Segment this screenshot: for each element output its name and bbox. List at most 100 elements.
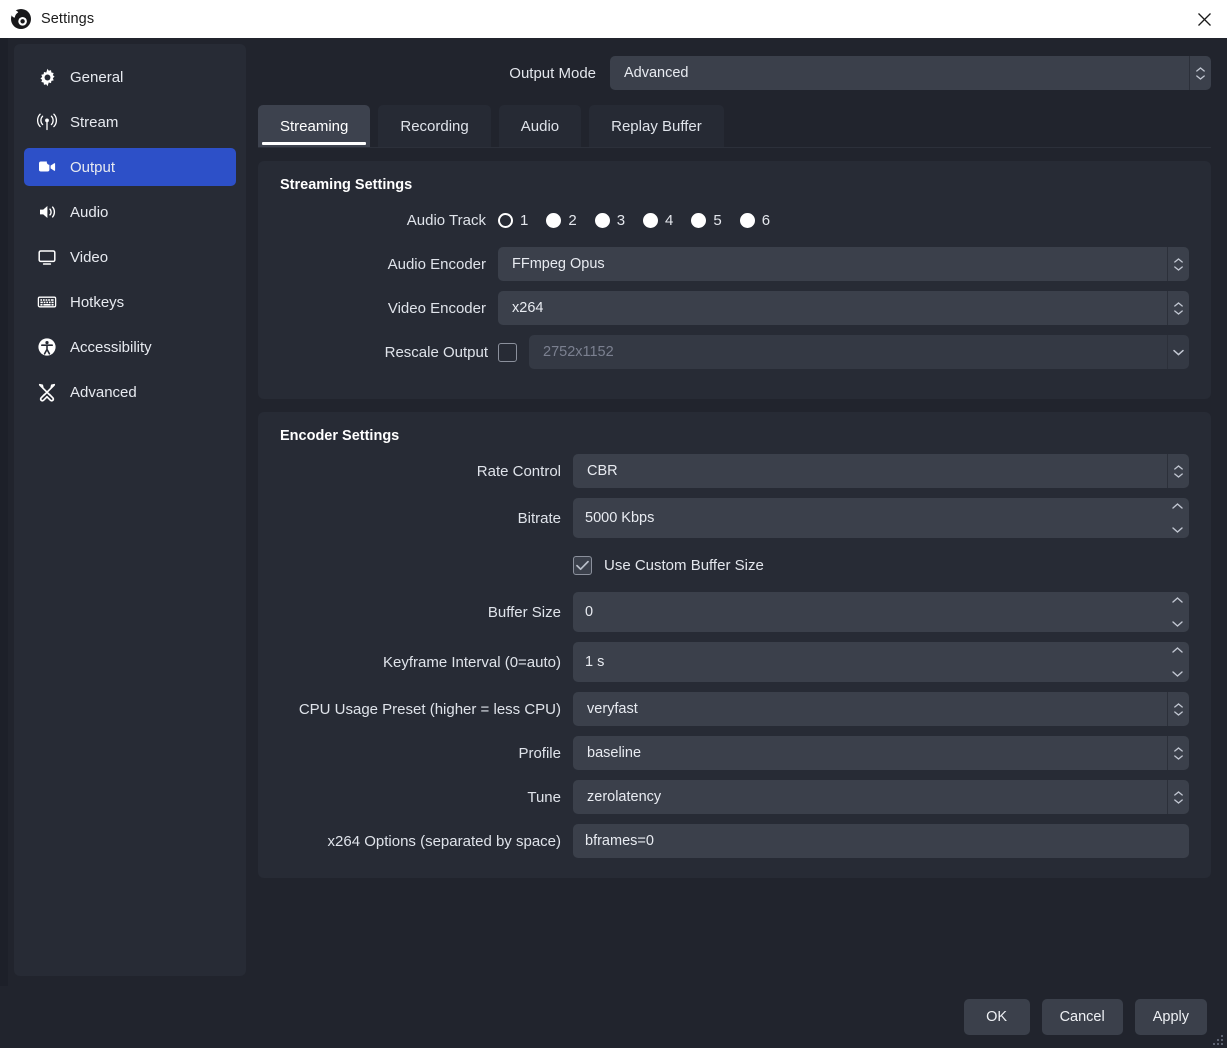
audio-track-option-6[interactable]: 6: [739, 211, 771, 229]
chevron-updown-icon[interactable]: [1167, 780, 1189, 814]
radio-icon: [739, 212, 755, 228]
audio-encoder-row: Audio Encoder FFmpeg Opus: [268, 247, 1189, 281]
sidebar-item-label: General: [70, 68, 124, 86]
radio-icon: [546, 212, 562, 228]
spinner-arrows-icon[interactable]: [1165, 592, 1189, 632]
tab-label: Streaming: [280, 117, 349, 135]
window-title: Settings: [41, 11, 95, 27]
video-encoder-select[interactable]: x264: [498, 291, 1189, 325]
profile-label: Profile: [518, 744, 561, 762]
keyboard-icon: [36, 291, 58, 313]
monitor-icon: [36, 246, 58, 268]
chevron-updown-icon[interactable]: [1167, 692, 1189, 726]
audio-track-option-2[interactable]: 2: [546, 212, 577, 229]
keyframe-interval-spinbox[interactable]: 1 s: [573, 642, 1189, 682]
output-mode-row: Output Mode Advanced: [258, 53, 1211, 93]
streaming-settings-title: Streaming Settings: [280, 177, 413, 193]
close-button[interactable]: [1181, 0, 1227, 38]
tab-label: Recording: [400, 117, 469, 135]
radio-label: 6: [761, 211, 771, 229]
bitrate-spinbox[interactable]: 5000 Kbps: [573, 498, 1189, 538]
x264-options-value: bframes=0: [585, 833, 654, 849]
encoder-settings-panel: Encoder Settings Rate Control CBR Bitrat…: [258, 412, 1211, 878]
video-encoder-row: Video Encoder x264: [268, 291, 1189, 325]
tune-label: Tune: [527, 788, 561, 806]
tune-row: Tune zerolatency: [268, 780, 1189, 814]
audio-track-row: Audio Track 1 2 3 4 5 6: [268, 203, 1189, 237]
ok-button[interactable]: OK: [963, 999, 1030, 1035]
obs-logo-icon: [10, 8, 32, 30]
use-custom-buffer-size-checkbox[interactable]: [573, 555, 592, 575]
tab-recording[interactable]: Recording: [378, 105, 491, 147]
sidebar-item-stream[interactable]: Stream: [24, 103, 236, 141]
rescale-output-checkbox[interactable]: [498, 342, 517, 362]
sidebar-item-audio[interactable]: Audio: [24, 193, 236, 231]
audio-track-option-5[interactable]: 5: [691, 211, 722, 229]
buffer-size-label: Buffer Size: [487, 603, 561, 621]
output-mode-label: Output Mode: [509, 64, 596, 82]
cpu-usage-preset-label: CPU Usage Preset (higher = less CPU): [298, 700, 561, 718]
chevron-updown-icon[interactable]: [1167, 291, 1189, 325]
spinner-arrows-icon[interactable]: [1165, 642, 1189, 682]
sidebar-item-advanced[interactable]: Advanced: [24, 373, 236, 411]
audio-track-radio-group: 1 2 3 4 5 6: [498, 212, 1189, 229]
x264-options-row: x264 Options (separated by space) bframe…: [268, 824, 1189, 858]
use-custom-buffer-size-control[interactable]: Use Custom Buffer Size: [573, 555, 1189, 575]
sidebar-item-general[interactable]: General: [24, 58, 236, 96]
tab-label: Audio: [520, 117, 560, 135]
sidebar-item-accessibility[interactable]: Accessibility: [24, 328, 236, 366]
broadcast-icon: [36, 111, 58, 133]
sidebar-item-label: Accessibility: [70, 338, 152, 356]
dialog-footer: OK Cancel Apply: [0, 986, 1227, 1048]
output-mode-select[interactable]: Advanced: [610, 56, 1211, 90]
rescale-output-select[interactable]: 2752x1152: [529, 335, 1189, 369]
profile-select[interactable]: baseline: [573, 736, 1189, 770]
title-bar: Settings: [0, 0, 1227, 38]
chevron-updown-icon[interactable]: [1167, 736, 1189, 770]
tune-value: zerolatency: [587, 789, 662, 805]
cpu-usage-preset-value: veryfast: [587, 701, 638, 717]
encoder-settings-title: Encoder Settings: [280, 428, 400, 444]
audio-track-option-3[interactable]: 3: [594, 212, 625, 229]
dialog-body: General Stream Output Audio Video Hotkey…: [0, 38, 1227, 986]
cancel-button[interactable]: Cancel: [1041, 999, 1123, 1035]
radio-icon: [594, 212, 610, 228]
buffer-size-value: 0: [585, 604, 594, 620]
output-mode-value: Advanced: [624, 65, 689, 81]
rate-control-select[interactable]: CBR: [573, 454, 1189, 488]
sidebar-item-label: Video: [70, 248, 109, 266]
output-tabs: Streaming Recording Audio Replay Buffer: [258, 105, 1211, 148]
resize-grip[interactable]: [1212, 1033, 1224, 1045]
chevron-updown-icon[interactable]: [1167, 247, 1189, 281]
x264-options-input[interactable]: bframes=0: [573, 824, 1189, 858]
buffer-size-spinbox[interactable]: 0: [573, 592, 1189, 632]
tab-streaming[interactable]: Streaming: [258, 105, 371, 147]
tab-replay-buffer[interactable]: Replay Buffer: [589, 105, 724, 147]
radio-label: 5: [713, 211, 722, 229]
sidebar-item-label: Hotkeys: [70, 293, 125, 311]
video-encoder-label: Video Encoder: [387, 299, 486, 317]
sidebar-item-output[interactable]: Output: [24, 148, 236, 186]
audio-track-option-1[interactable]: 1: [498, 212, 528, 229]
tab-audio[interactable]: Audio: [498, 105, 582, 147]
rescale-output-row: Rescale Output 2752x1152: [268, 335, 1189, 369]
radio-icon: [643, 212, 659, 228]
chevron-updown-icon[interactable]: [1167, 454, 1189, 488]
buffer-size-row: Buffer Size 0: [268, 592, 1189, 632]
tune-select[interactable]: zerolatency: [573, 780, 1189, 814]
radio-selected-icon: [498, 212, 513, 228]
use-custom-buffer-size-label: Use Custom Buffer Size: [604, 556, 764, 574]
apply-button[interactable]: Apply: [1134, 999, 1207, 1035]
bitrate-value: 5000 Kbps: [585, 510, 655, 526]
radio-icon: [691, 212, 707, 228]
audio-track-option-4[interactable]: 4: [643, 212, 673, 229]
audio-encoder-select[interactable]: FFmpeg Opus: [498, 247, 1189, 281]
chevron-down-icon[interactable]: [1167, 335, 1189, 369]
chevron-updown-icon[interactable]: [1189, 56, 1211, 90]
sidebar-item-hotkeys[interactable]: Hotkeys: [24, 283, 236, 321]
x264-options-label: x264 Options (separated by space): [327, 832, 561, 850]
cpu-usage-preset-select[interactable]: veryfast: [573, 692, 1189, 726]
gear-icon: [36, 66, 58, 88]
sidebar-item-video[interactable]: Video: [24, 238, 236, 276]
spinner-arrows-icon[interactable]: [1165, 498, 1189, 538]
